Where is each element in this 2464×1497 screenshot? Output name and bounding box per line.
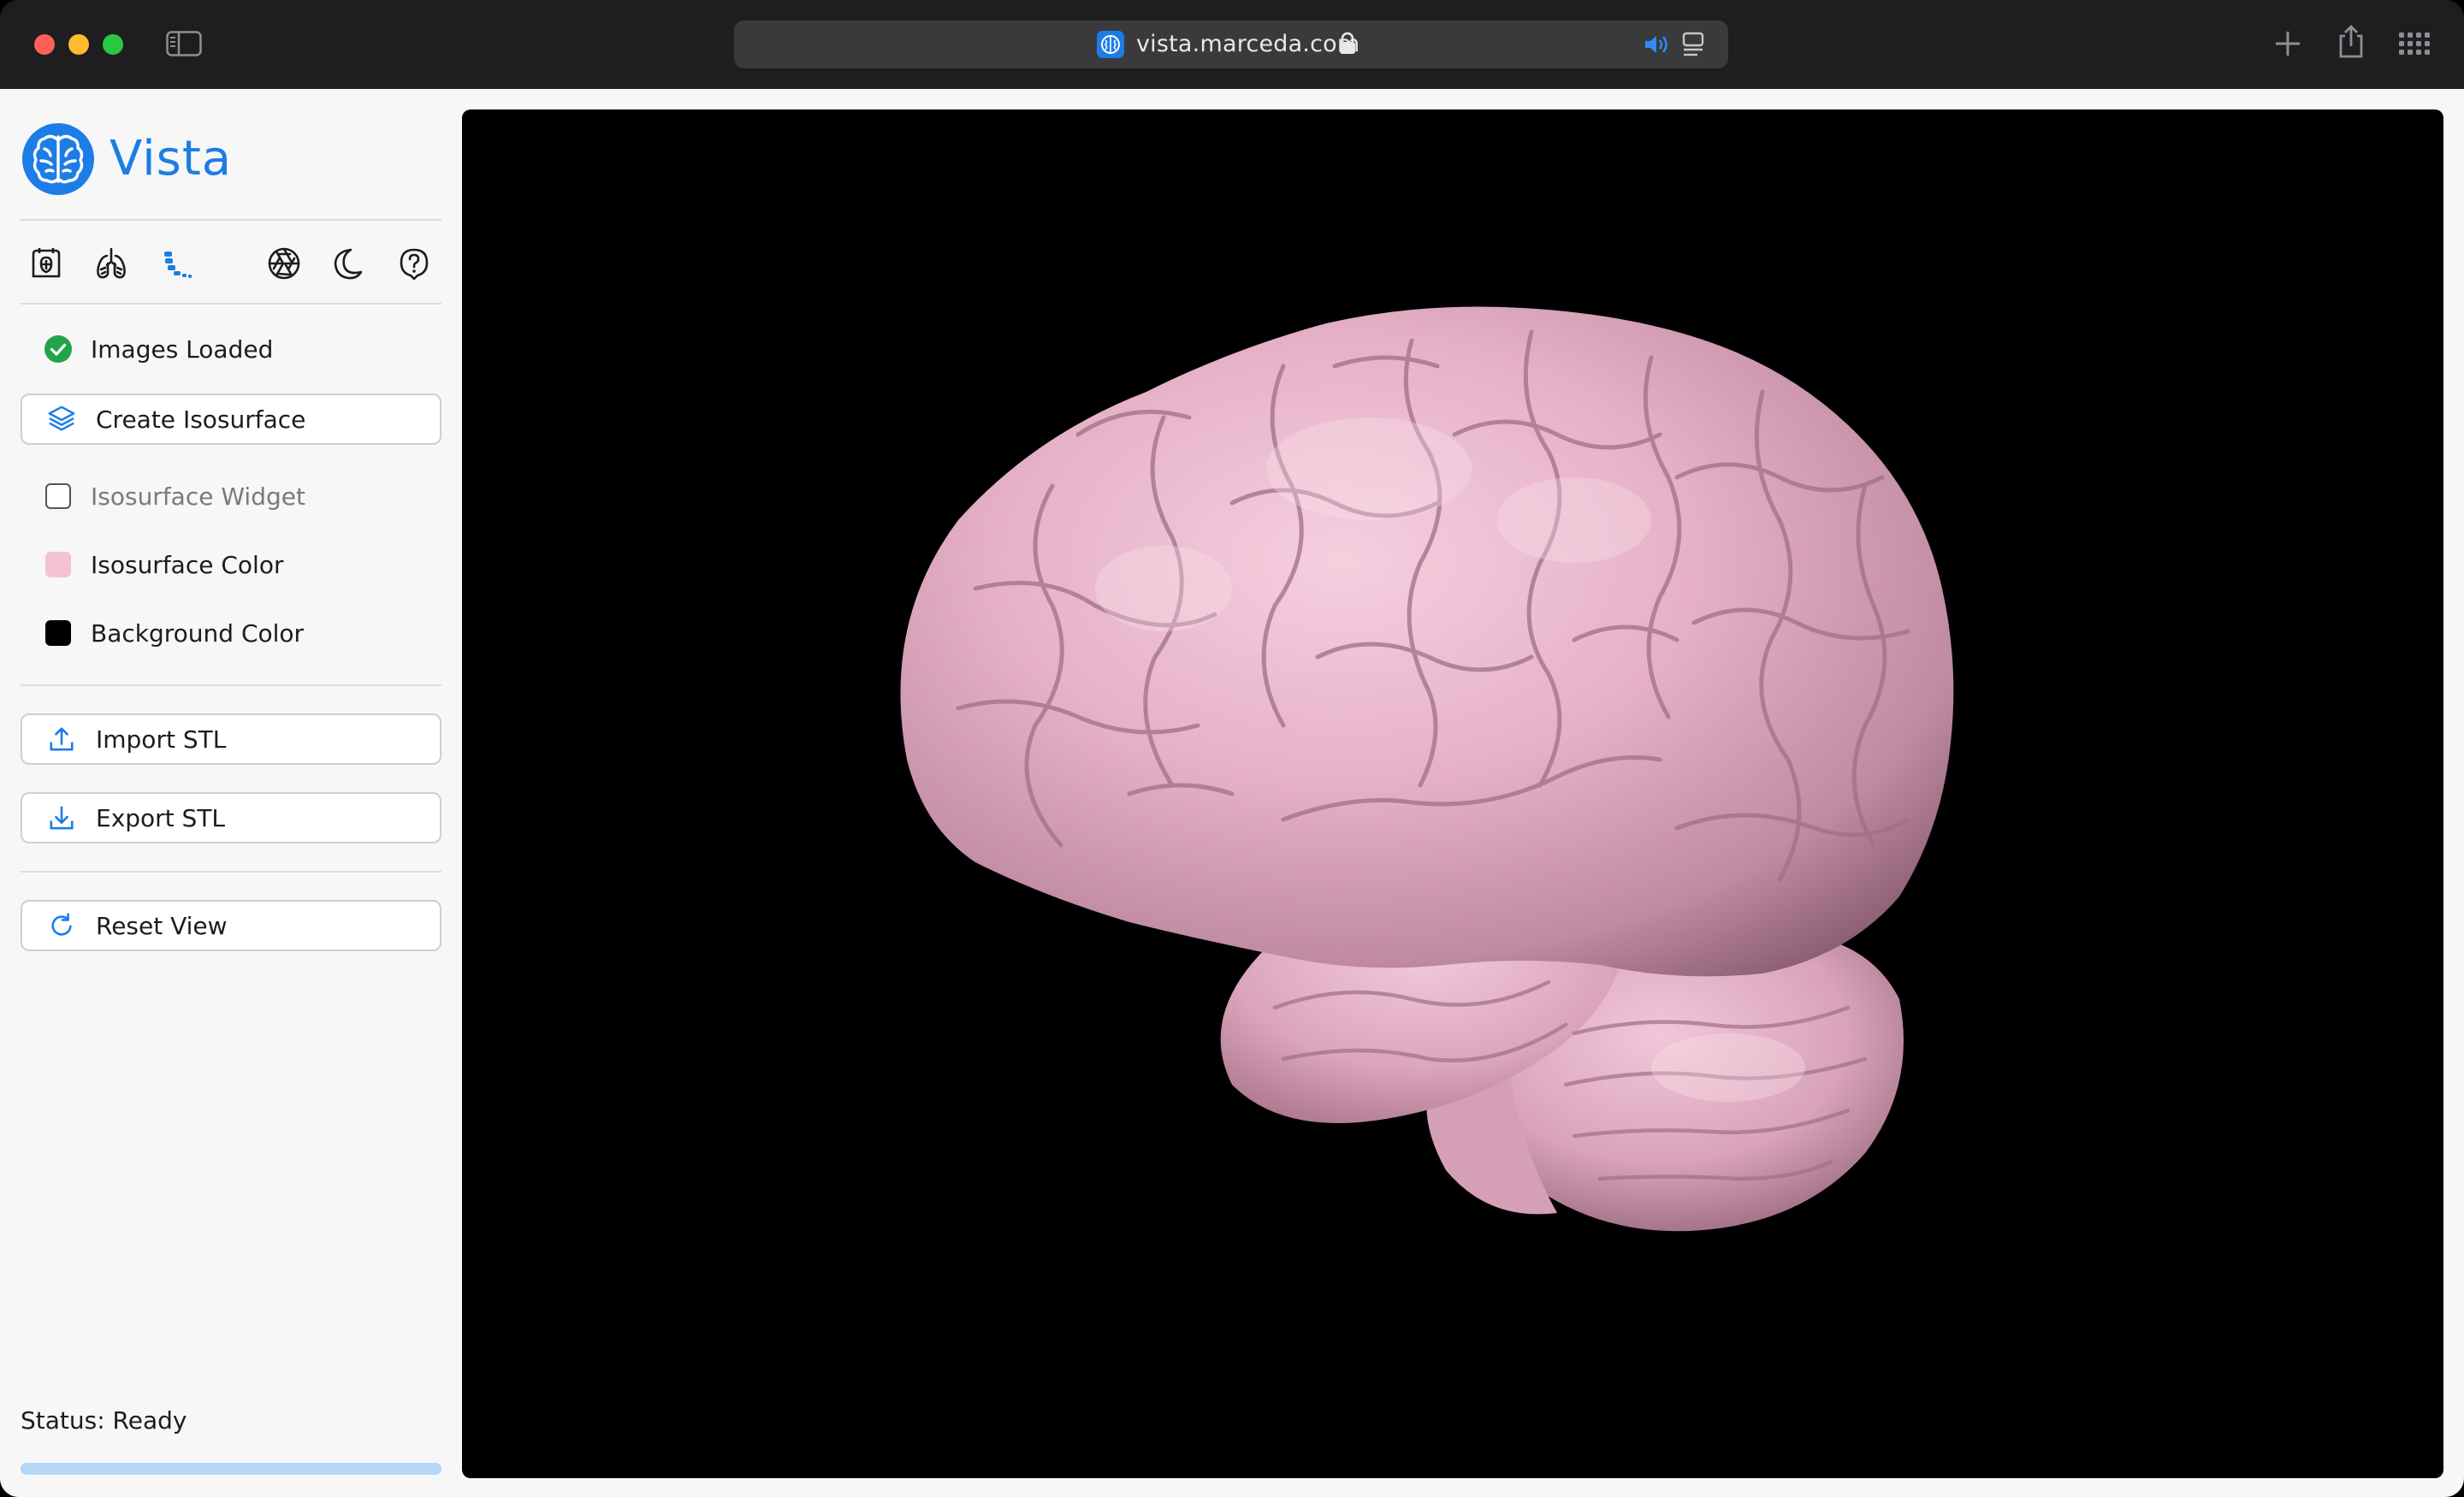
checkbox-wrapper <box>41 479 75 513</box>
status-text: Status: Ready <box>21 1406 187 1435</box>
images-loaded-label: Images Loaded <box>91 334 274 364</box>
upload-icon <box>44 722 79 756</box>
moon-icon[interactable] <box>329 243 370 284</box>
app-name: Vista <box>110 131 233 186</box>
import-stl-button[interactable]: Import STL <box>21 713 441 765</box>
title-bar: vista.marceda.com <box>0 0 2464 89</box>
brain-logo-icon <box>22 123 94 195</box>
brain-icon <box>1097 31 1124 58</box>
divider <box>21 219 441 221</box>
reader-icon[interactable] <box>1682 32 1704 57</box>
background-color-label: Background Color <box>91 618 305 648</box>
import-stl-label: Import STL <box>96 725 227 754</box>
divider <box>21 871 441 873</box>
render-viewport[interactable] <box>462 109 2443 1478</box>
speaker-icon[interactable] <box>1643 33 1670 56</box>
lungs-icon[interactable] <box>91 243 132 284</box>
export-stl-label: Export STL <box>96 803 226 832</box>
create-isosurface-button[interactable]: Create Isosurface <box>21 393 441 445</box>
maximize-window-button[interactable] <box>103 34 123 55</box>
divider <box>21 684 441 686</box>
url-text[interactable]: vista.marceda.com <box>1136 29 1359 60</box>
address-bar[interactable]: vista.marceda.com <box>734 21 1728 68</box>
background-color-picker[interactable]: Background Color <box>21 609 441 657</box>
sidebar-toggle-icon[interactable] <box>166 31 202 56</box>
share-icon[interactable] <box>2334 24 2368 60</box>
images-loaded-status: Images Loaded <box>21 325 441 373</box>
download-icon <box>44 801 79 835</box>
grid-icon[interactable] <box>2397 26 2431 62</box>
isosurface-color-label: Isosurface Color <box>91 550 284 579</box>
progress-fill <box>21 1463 441 1475</box>
close-window-button[interactable] <box>34 34 55 55</box>
refresh-icon <box>44 908 79 943</box>
check-circle-icon <box>41 332 75 366</box>
browser-window: vista.marceda.com Vista Images Loaded Cr… <box>0 0 2464 1497</box>
spine-icon[interactable] <box>156 243 197 284</box>
scan-icon[interactable] <box>26 243 67 284</box>
isosurface-color-picker[interactable]: Isosurface Color <box>21 541 441 589</box>
isosurface-widget-toggle[interactable]: Isosurface Widget <box>21 472 441 520</box>
create-isosurface-label: Create Isosurface <box>96 405 306 434</box>
app-container: Vista Images Loaded Create Isosurface Is… <box>0 89 2464 1497</box>
minimize-window-button[interactable] <box>68 34 89 55</box>
background-color-swatch[interactable] <box>45 620 71 646</box>
isosurface-widget-checkbox[interactable] <box>45 483 71 509</box>
swatch-wrapper <box>41 616 75 650</box>
progress-bar <box>21 1463 441 1475</box>
lock-icon <box>1340 32 1355 54</box>
swatch-wrapper <box>41 547 75 582</box>
brain-isosurface-model[interactable] <box>462 109 2443 1478</box>
isosurface-color-swatch[interactable] <box>45 552 71 577</box>
export-stl-button[interactable]: Export STL <box>21 792 441 843</box>
reset-view-button[interactable]: Reset View <box>21 900 441 951</box>
sidebar: Vista Images Loaded Create Isosurface Is… <box>0 89 462 1497</box>
plus-icon[interactable] <box>2271 26 2305 62</box>
mode-toolbar <box>21 240 441 287</box>
isosurface-widget-label: Isosurface Widget <box>91 482 305 511</box>
divider <box>21 303 441 305</box>
reset-view-label: Reset View <box>96 911 228 940</box>
aperture-icon[interactable] <box>264 243 305 284</box>
help-icon[interactable] <box>394 243 435 284</box>
layers-icon <box>44 402 79 436</box>
